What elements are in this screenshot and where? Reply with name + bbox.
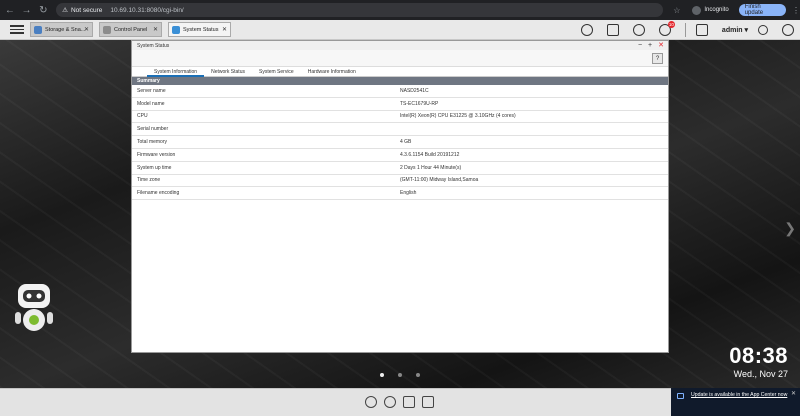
- browser-toolbar: ← → ↻ ⚠ Not secure 10.69.10.31:8080/cgi-…: [0, 0, 800, 20]
- maximize-icon[interactable]: +: [648, 41, 652, 50]
- qts-taskbar: Storage & Sna... ✕ Control Panel ✕ Syste…: [0, 20, 800, 40]
- reload-button[interactable]: ↻: [36, 5, 50, 16]
- taskbar-tab-system-status[interactable]: System Status ✕: [168, 22, 231, 37]
- table-row: System up time 2 Days 1 Hour 44 Minute(s): [132, 162, 668, 175]
- table-row: Firmware version 4.3.6.1154 Build 2019121…: [132, 149, 668, 162]
- dock-app-icon[interactable]: [365, 396, 377, 408]
- row-value: NASD2541C: [400, 87, 429, 94]
- browser-menu-icon[interactable]: ⋮: [792, 6, 800, 15]
- app-center-icon: [677, 393, 684, 399]
- close-tab-icon[interactable]: ✕: [222, 26, 227, 33]
- more-options-icon[interactable]: [758, 25, 768, 35]
- url-text: 10.69.10.31:8080/cgi-bin/: [110, 6, 184, 14]
- dock-app-icon[interactable]: [422, 396, 434, 408]
- dock-app-icon[interactable]: [403, 396, 415, 408]
- page-dot[interactable]: [416, 373, 420, 377]
- desktop-date: Wed., Nov 27: [733, 369, 788, 379]
- forward-button[interactable]: →: [20, 5, 34, 16]
- row-value: TS-EC1679U-RP: [400, 100, 439, 107]
- finish-update-button[interactable]: Finish update: [738, 4, 786, 16]
- desktop-clock: 08:38: [729, 343, 788, 368]
- incognito-indicator: Incognito: [692, 5, 729, 15]
- notification-text[interactable]: Update is available in the App Center no…: [691, 392, 794, 399]
- page-dot[interactable]: [380, 373, 384, 377]
- row-value: Intel(R) Xeon(R) CPU E31225 @ 3.10GHz (4…: [400, 113, 516, 120]
- notification-badge: 10: [667, 21, 675, 28]
- row-key: Serial number: [137, 126, 169, 133]
- table-row: Model name TS-EC1679U-RP: [132, 98, 668, 111]
- minimize-icon[interactable]: −: [638, 41, 642, 50]
- row-key: Filename encoding: [137, 190, 180, 197]
- user-menu[interactable]: admin ▾: [722, 26, 748, 34]
- taskbar-tab-control-panel[interactable]: Control Panel ✕: [99, 22, 162, 37]
- table-row: Serial number: [132, 123, 668, 137]
- table-row: Time zone (GMT-11:00) Midway Island,Samoa: [132, 175, 668, 188]
- row-key: Model name: [137, 100, 165, 107]
- tab-label: Storage & Sna...: [45, 26, 86, 33]
- tab-network-status[interactable]: Network Status: [204, 67, 252, 77]
- tab-system-information[interactable]: System Information: [147, 67, 205, 77]
- background-tasks-icon[interactable]: [606, 24, 619, 36]
- external-device-icon[interactable]: [632, 24, 645, 36]
- warning-icon: ⚠: [62, 7, 68, 14]
- table-row: CPU Intel(R) Xeon(R) CPU E31225 @ 3.10GHz…: [132, 111, 668, 124]
- storage-app-icon: [34, 25, 42, 34]
- table-row: Total memory 4 GB: [132, 136, 668, 149]
- row-key: System up time: [137, 164, 172, 171]
- incognito-label: Incognito: [704, 7, 729, 13]
- qboost-robot-icon[interactable]: [14, 282, 54, 334]
- row-value: 4.3.6.1154 Build 20191212: [400, 151, 460, 158]
- close-tab-icon[interactable]: ✕: [84, 26, 89, 33]
- row-value: 4 GB: [400, 139, 412, 146]
- divider: [684, 23, 686, 37]
- window-title: System Status: [137, 42, 170, 49]
- close-icon[interactable]: ✕: [658, 41, 664, 50]
- main-menu-icon[interactable]: [10, 23, 24, 36]
- dock-search-icon[interactable]: [384, 396, 396, 408]
- search-icon[interactable]: [580, 24, 593, 36]
- row-value: 2 Days 1 Hour 44 Minute(s): [400, 164, 462, 171]
- table-row: Filename encoding English: [132, 187, 668, 201]
- update-notification[interactable]: ✕ Update is available in the App Center …: [671, 388, 800, 416]
- tab-label: Control Panel: [114, 26, 148, 33]
- tab-hardware-information[interactable]: Hardware Information: [301, 67, 363, 77]
- window-toolbar: ?: [132, 50, 668, 67]
- next-page-arrow-icon[interactable]: ❯: [784, 220, 796, 237]
- close-tab-icon[interactable]: ✕: [153, 26, 158, 33]
- desktop-page-indicator: [380, 373, 434, 377]
- row-key: Time zone: [137, 177, 161, 184]
- taskbar-tab-storage[interactable]: Storage & Sna... ✕: [30, 22, 93, 37]
- system-status-window: System Status − + ✕ ? System Information…: [131, 40, 669, 353]
- help-button[interactable]: ?: [652, 53, 663, 64]
- page-dot[interactable]: [398, 373, 402, 377]
- info-table: Server name NASD2541C Model name TS-EC1679…: [132, 85, 668, 201]
- row-key: Server name: [137, 87, 166, 94]
- back-button[interactable]: ←: [3, 5, 17, 16]
- row-value: (GMT-11:00) Midway Island,Samoa: [400, 177, 479, 184]
- tab-system-service[interactable]: System Service: [252, 67, 301, 77]
- address-bar[interactable]: ⚠ Not secure 10.69.10.31:8080/cgi-bin/: [56, 3, 664, 17]
- row-key: Firmware version: [137, 151, 176, 158]
- dashboard-icon[interactable]: [782, 24, 794, 36]
- system-status-app-icon: [172, 25, 180, 34]
- bookmark-star-icon[interactable]: ☆: [673, 6, 680, 15]
- control-panel-app-icon: [103, 25, 111, 34]
- row-key: CPU: [137, 113, 148, 120]
- close-notification-icon[interactable]: ✕: [791, 390, 796, 397]
- section-header: Summary: [132, 77, 668, 85]
- row-key: Total memory: [137, 139, 168, 146]
- tab-bar: System Information Network Status System…: [132, 67, 668, 77]
- table-row: Server name NASD2541C: [132, 85, 668, 98]
- user-avatar-icon: [695, 24, 708, 36]
- row-value: English: [400, 190, 417, 197]
- incognito-icon: [692, 5, 702, 15]
- tab-label: System Status: [183, 26, 219, 33]
- notifications-icon[interactable]: 10: [658, 21, 675, 36]
- window-titlebar[interactable]: System Status − + ✕: [132, 41, 668, 50]
- security-label: Not secure: [70, 6, 103, 14]
